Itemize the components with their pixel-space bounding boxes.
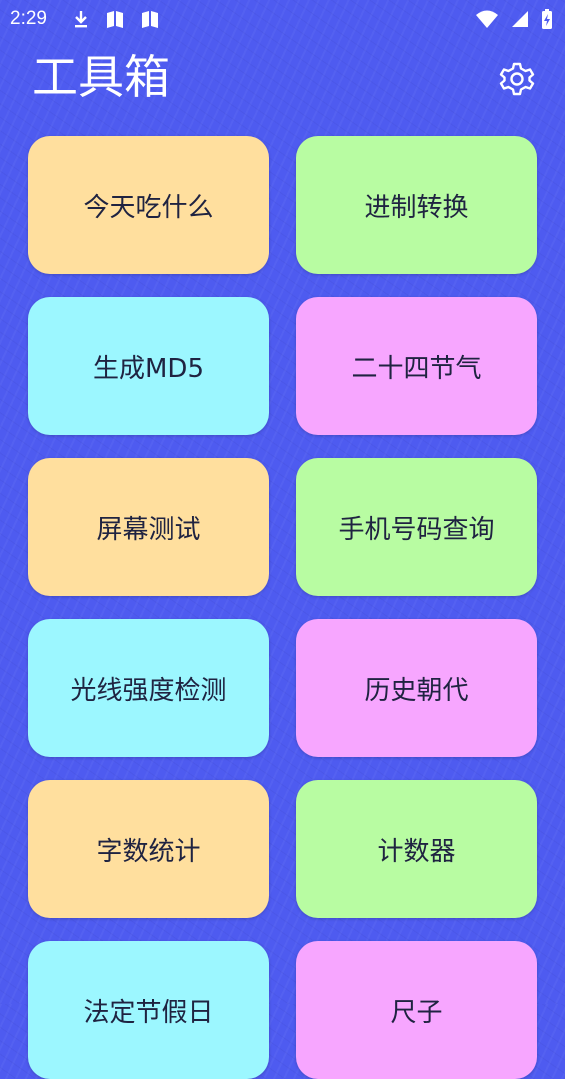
tool-card-dynasties[interactable]: 历史朝代: [296, 619, 537, 757]
tool-card-label: 光线强度检测: [70, 675, 227, 706]
tool-card-base-conversion[interactable]: 进制转换: [296, 136, 537, 274]
tool-card-label: 尺子: [390, 997, 443, 1028]
tool-card-label: 今天吃什么: [83, 192, 214, 223]
gear-icon: [499, 62, 535, 96]
tool-card-label: 屏幕测试: [96, 514, 201, 545]
tool-card-label: 生成MD5: [93, 353, 204, 384]
settings-button[interactable]: [498, 60, 536, 98]
tool-card-label: 手机号码查询: [338, 514, 495, 545]
tool-card-solar-terms[interactable]: 二十四节气: [296, 297, 537, 435]
tool-card-label: 法定节假日: [83, 997, 214, 1028]
battery-charging-icon: [542, 9, 552, 29]
status-time: 2:29: [10, 8, 47, 29]
tool-card-word-count[interactable]: 字数统计: [28, 780, 269, 918]
tool-card-ruler[interactable]: 尺子: [296, 941, 537, 1079]
book-icon: [142, 11, 159, 28]
status-bar: 2:29: [0, 0, 565, 38]
tool-card-label: 历史朝代: [364, 675, 469, 706]
tool-card-label: 进制转换: [364, 192, 469, 223]
tool-card-holidays[interactable]: 法定节假日: [28, 941, 269, 1079]
tool-card-label: 二十四节气: [351, 353, 482, 384]
book-icon: [107, 11, 124, 28]
tool-card-label: 字数统计: [96, 836, 201, 867]
tool-card-label: 计数器: [377, 836, 456, 867]
tool-card-md5-generator[interactable]: 生成MD5: [28, 297, 269, 435]
tool-card-counter[interactable]: 计数器: [296, 780, 537, 918]
tool-card-phone-lookup[interactable]: 手机号码查询: [296, 458, 537, 596]
page-title: 工具箱: [32, 50, 170, 104]
notification-icons: [72, 8, 170, 30]
signal-icon: [511, 11, 528, 27]
tool-card-light-sensor[interactable]: 光线强度检测: [28, 619, 269, 757]
download-icon: [75, 11, 87, 28]
tool-card-what-to-eat[interactable]: 今天吃什么: [28, 136, 269, 274]
tool-card-screen-test[interactable]: 屏幕测试: [28, 458, 269, 596]
system-icons: [469, 8, 553, 30]
wifi-icon: [475, 10, 498, 28]
